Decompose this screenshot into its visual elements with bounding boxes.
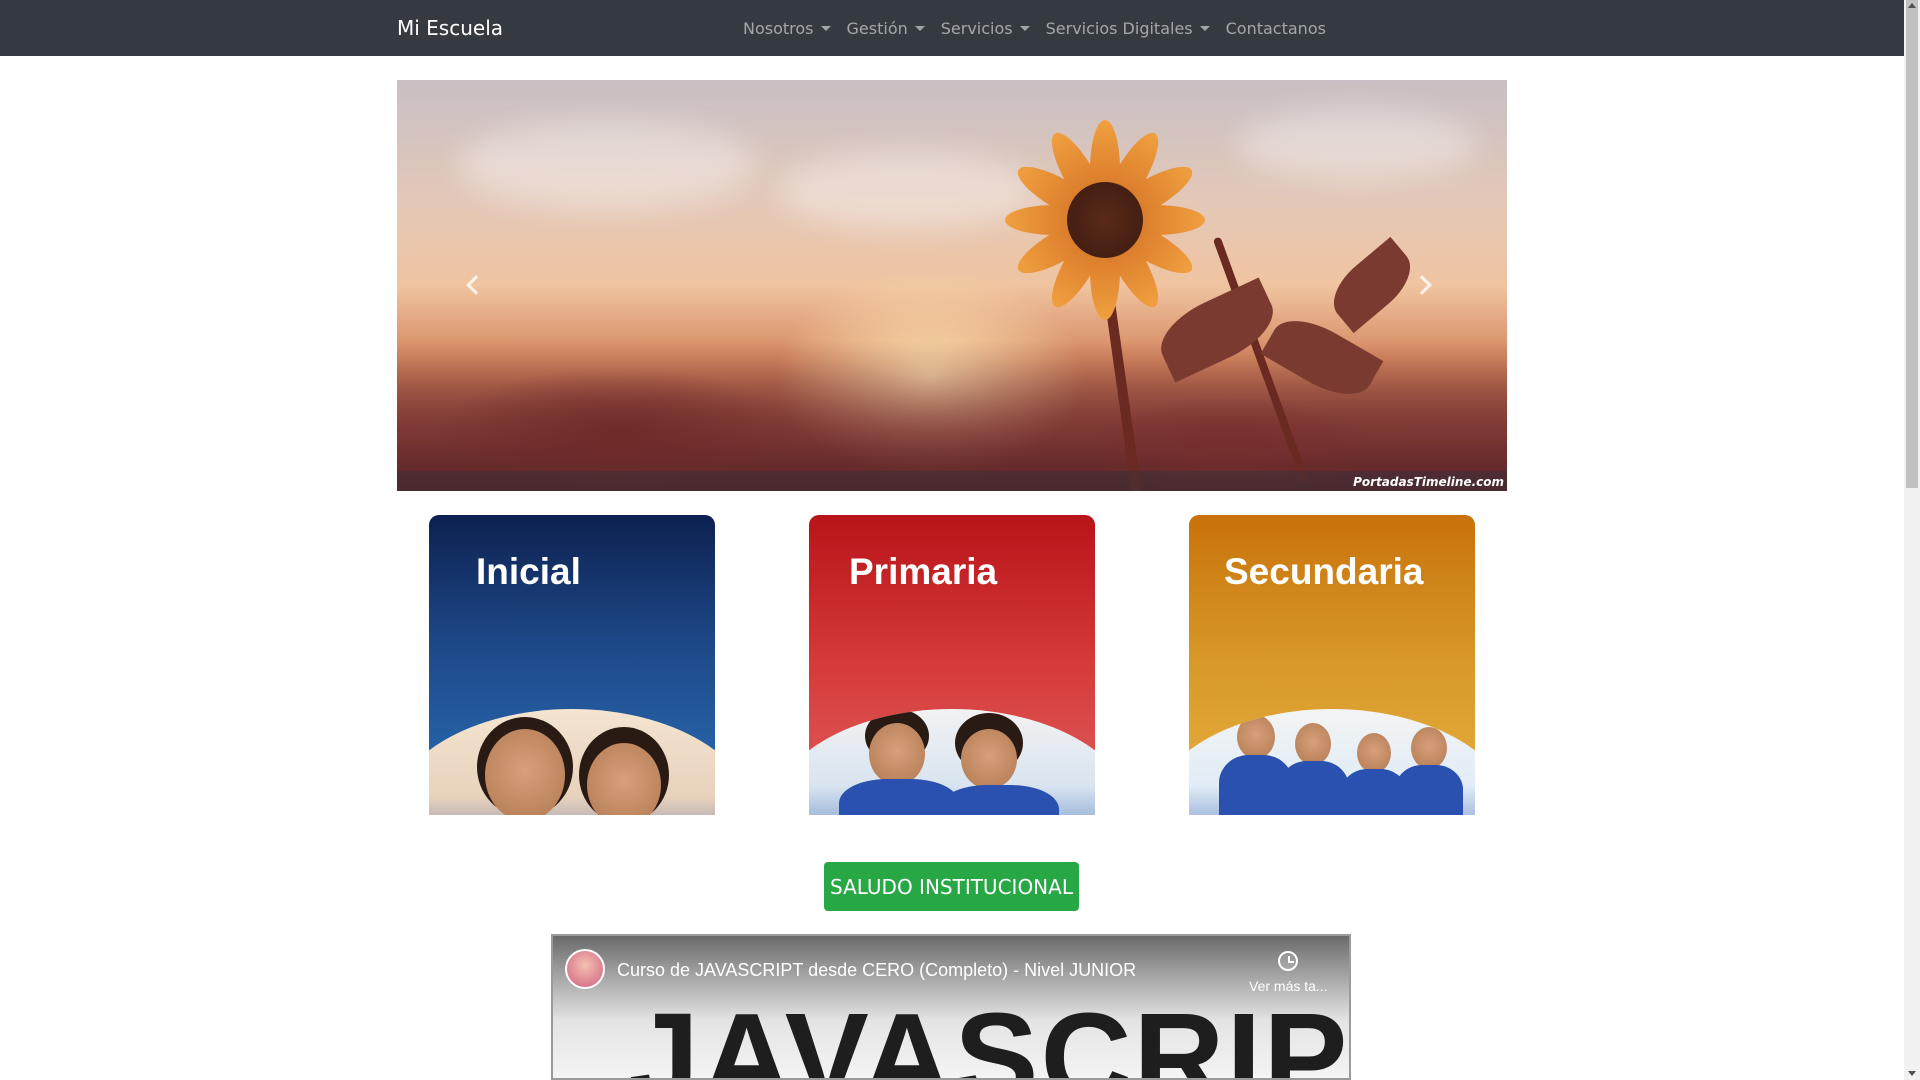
carousel-next-button[interactable] bbox=[1412, 272, 1435, 300]
uniform-shape bbox=[1395, 765, 1463, 815]
cloud-shape bbox=[1237, 110, 1477, 180]
students-photo bbox=[809, 709, 1095, 815]
nav-item-label: Servicios Digitales bbox=[1045, 18, 1193, 38]
students-photo bbox=[429, 709, 715, 815]
cloud-shape bbox=[457, 120, 757, 210]
nav-item-label: Gestión bbox=[846, 18, 908, 38]
hero-carousel: PortadasTimeline.com bbox=[397, 80, 1507, 491]
nav-item-contactanos[interactable]: Contactanos bbox=[1218, 0, 1334, 56]
nav-item-label: Servicios bbox=[940, 18, 1013, 38]
caret-down-icon bbox=[1199, 25, 1210, 31]
scrollbar-thumb[interactable] bbox=[1906, 0, 1918, 488]
card-title: Primaria bbox=[849, 551, 998, 592]
level-card-inicial[interactable]: Inicial bbox=[429, 515, 715, 815]
nav-item-nosotros[interactable]: Nosotros bbox=[735, 0, 839, 56]
channel-avatar[interactable] bbox=[565, 949, 605, 989]
flower-center-shape bbox=[1067, 182, 1143, 258]
nav-item-servicios-digitales[interactable]: Servicios Digitales bbox=[1038, 0, 1218, 56]
caret-down-icon bbox=[820, 25, 831, 31]
face-shape bbox=[1411, 727, 1447, 769]
clock-icon[interactable] bbox=[1278, 951, 1298, 971]
nav-menu: Nosotros Gestión Servicios Servicios Dig… bbox=[735, 0, 1334, 56]
level-card-primaria[interactable]: Primaria bbox=[809, 515, 1095, 815]
video-title[interactable]: Curso de JAVASCRIPT desde CERO (Completo… bbox=[617, 960, 1136, 981]
face-shape bbox=[1237, 715, 1275, 759]
chevron-right-icon bbox=[1412, 275, 1432, 295]
carousel-prev-button[interactable] bbox=[463, 272, 486, 300]
brand-link[interactable]: Mi Escuela bbox=[397, 14, 503, 42]
caret-down-icon bbox=[914, 25, 925, 31]
scroll-down-arrow-icon[interactable] bbox=[1908, 1071, 1916, 1076]
saludo-institucional-button[interactable]: SALUDO INSTITUCIONAL bbox=[824, 862, 1079, 911]
level-card-secundaria[interactable]: Secundaria bbox=[1189, 515, 1475, 815]
top-navbar: Mi Escuela Nosotros Gestión Servicios Se… bbox=[0, 0, 1904, 56]
clock-hand bbox=[1288, 961, 1294, 963]
nav-item-servicios[interactable]: Servicios bbox=[933, 0, 1038, 56]
chevron-left-icon bbox=[466, 275, 486, 295]
nav-item-label: Nosotros bbox=[743, 18, 814, 38]
embedded-video[interactable]: JAVASCRIPT Curso de JAVASCRIPT desde CER… bbox=[551, 934, 1351, 1080]
nav-item-label: Contactanos bbox=[1225, 18, 1326, 38]
sunflower-shape bbox=[1005, 120, 1205, 320]
carousel-watermark: PortadasTimeline.com bbox=[1353, 475, 1504, 489]
leaf-shape bbox=[1321, 236, 1423, 334]
face-shape bbox=[961, 729, 1017, 789]
uniform-shape bbox=[939, 785, 1059, 815]
card-title: Secundaria bbox=[1224, 551, 1424, 592]
card-title: Inicial bbox=[476, 551, 581, 592]
nav-item-gestion[interactable]: Gestión bbox=[839, 0, 933, 56]
face-shape bbox=[869, 723, 925, 785]
scroll-up-arrow-icon[interactable] bbox=[1908, 3, 1916, 8]
caret-down-icon bbox=[1019, 25, 1030, 31]
carousel-caption-strip bbox=[397, 471, 1507, 491]
face-shape bbox=[1295, 723, 1331, 765]
face-shape bbox=[485, 729, 565, 815]
video-thumbnail-text: JAVASCRIPT bbox=[629, 987, 1351, 1080]
watch-later-label[interactable]: Ver más ta... bbox=[1249, 978, 1328, 994]
face-shape bbox=[1357, 733, 1391, 773]
cloud-shape bbox=[777, 150, 1037, 230]
uniform-shape bbox=[1279, 761, 1349, 815]
students-photo bbox=[1189, 709, 1475, 815]
